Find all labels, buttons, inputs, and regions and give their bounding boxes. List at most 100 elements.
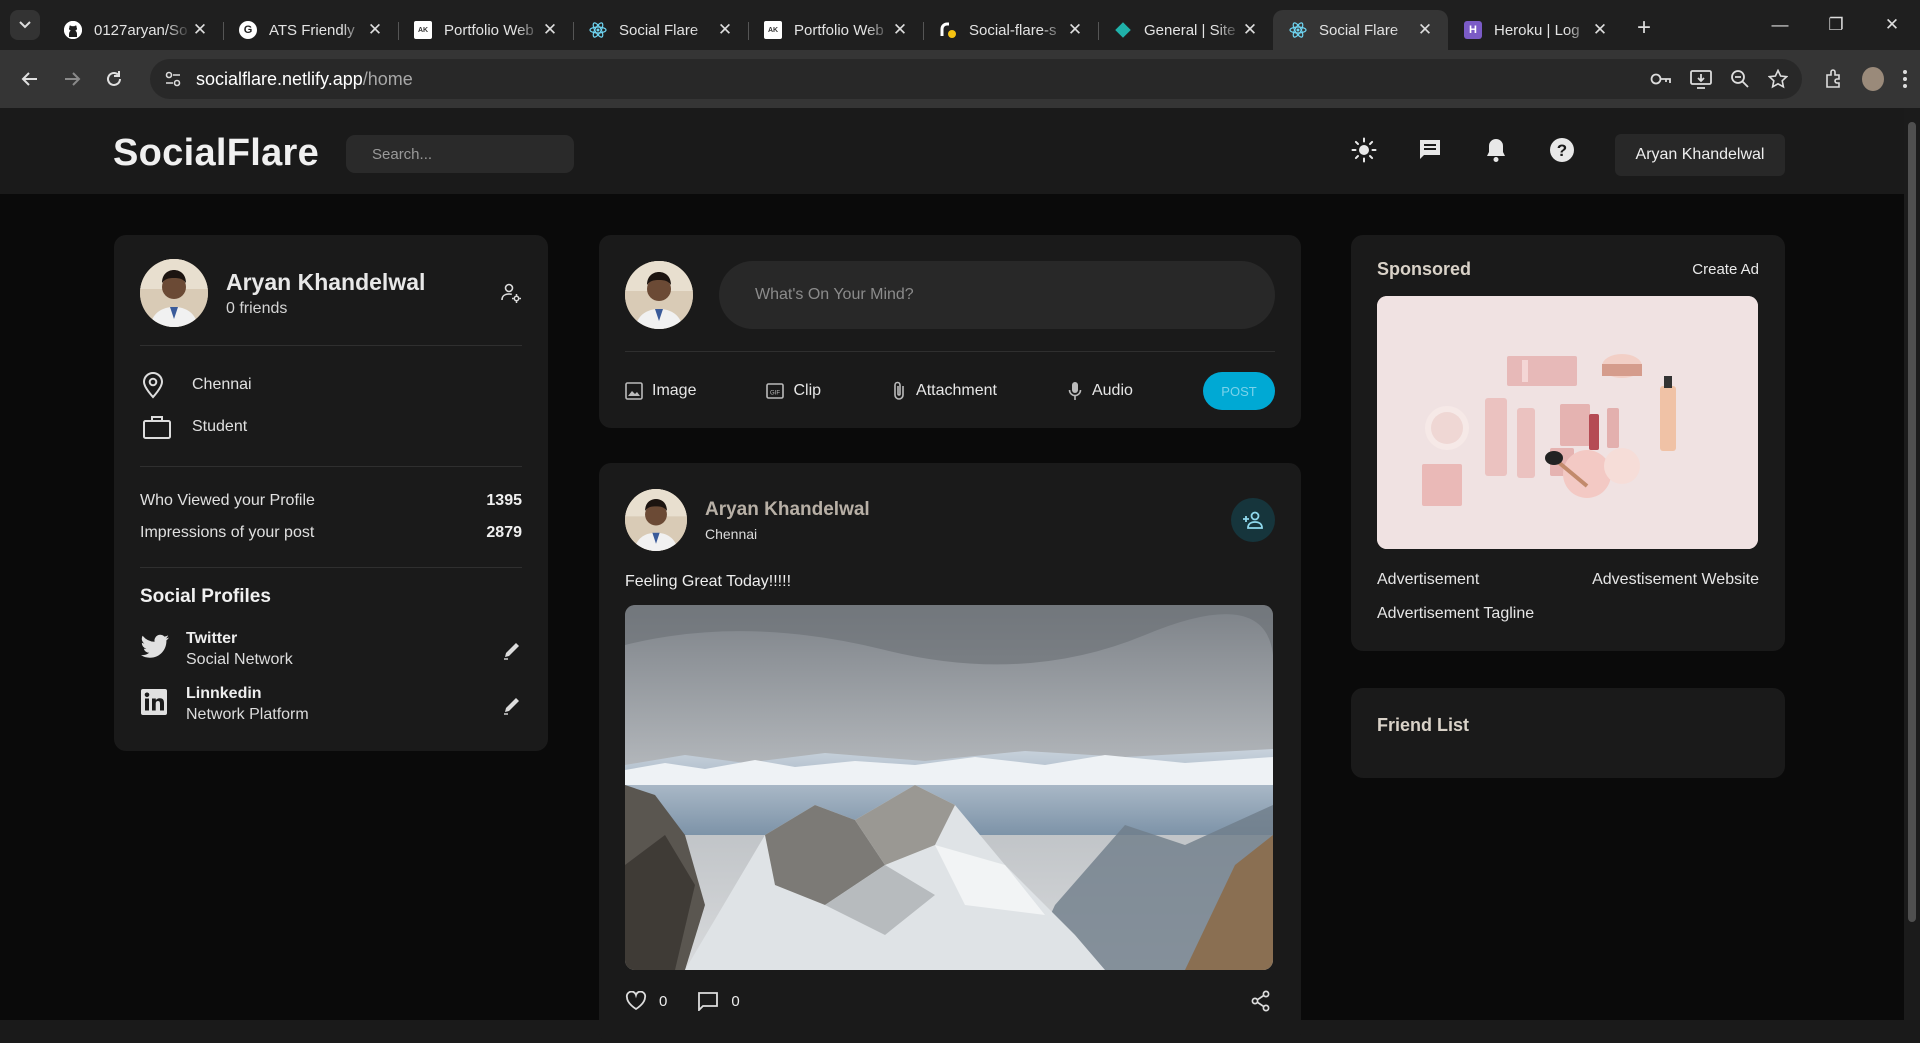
app-viewport: SocialFlare ? Aryan Khandelwal Aryan (0, 108, 1920, 1043)
twitter-icon (141, 634, 169, 658)
browser-tab[interactable]: H Heroku | Log ✕ (1448, 10, 1623, 50)
close-icon[interactable]: ✕ (366, 20, 384, 40)
social-name[interactable]: Twitter (186, 630, 293, 648)
menu-kebab-icon[interactable] (1902, 69, 1908, 89)
browser-tab[interactable]: G ATS Friendly ✕ (223, 10, 398, 50)
tab-title: General | Site (1144, 21, 1236, 39)
password-key-icon[interactable] (1650, 72, 1672, 86)
sponsored-title: Sponsored (1377, 259, 1472, 279)
browser-tab-active[interactable]: Social Flare ✕ (1273, 10, 1448, 50)
new-tab-button[interactable]: + (1627, 11, 1661, 45)
edit-pencil-icon[interactable] (502, 640, 522, 660)
stat-row: Impressions of your post 2879 (140, 517, 522, 549)
arrow-left-icon (21, 72, 37, 86)
browser-toolbar: socialflare.netlify.app/home (0, 50, 1920, 108)
browser-tab[interactable]: AK Portfolio Web ✕ (748, 10, 923, 50)
profile-avatar[interactable] (1862, 67, 1884, 91)
share-icon[interactable] (1251, 990, 1271, 1012)
extensions-icon[interactable] (1824, 69, 1844, 89)
user-select-dropdown[interactable]: Aryan Khandelwal (1615, 134, 1785, 176)
forward-button[interactable] (54, 61, 90, 97)
ad-name: Advertisement (1377, 571, 1480, 588)
add-clip-button[interactable]: GIF Clip (766, 382, 821, 400)
close-icon[interactable]: ✕ (541, 20, 559, 40)
ad-tagline: Advertisement Tagline (1377, 605, 1535, 622)
minimize-icon[interactable]: — (1752, 0, 1808, 50)
add-audio-button[interactable]: Audio (1067, 380, 1133, 402)
address-bar[interactable]: socialflare.netlify.app/home (150, 59, 1802, 99)
tab-title: Social Flare (1319, 21, 1399, 39)
page-scrollbar[interactable] (1904, 108, 1920, 1020)
close-icon[interactable]: ✕ (1241, 20, 1259, 40)
tab-title: Portfolio Web (794, 21, 884, 39)
post-image[interactable] (625, 605, 1273, 970)
post-author-name[interactable]: Aryan Khandelwal (705, 499, 870, 521)
app-logo[interactable]: SocialFlare (113, 132, 319, 175)
action-label: Audio (1091, 382, 1133, 399)
browser-tab[interactable]: 0127aryan/So ✕ (48, 10, 223, 50)
friend-list-card: Friend List (1351, 688, 1785, 778)
restore-icon[interactable]: ❐ (1808, 0, 1864, 50)
add-friend-button[interactable] (1231, 498, 1275, 542)
back-button[interactable] (12, 61, 48, 97)
ad-image[interactable] (1377, 296, 1758, 549)
manage-account-icon[interactable] (500, 282, 522, 304)
theme-toggle-sun-icon[interactable] (1350, 136, 1378, 164)
site-settings-icon[interactable] (164, 70, 182, 88)
profile-name[interactable]: Aryan Khandelwal (226, 269, 425, 296)
microphone-icon (1068, 382, 1082, 400)
whats-on-your-mind-input[interactable] (719, 261, 1275, 329)
tab-title: Portfolio Web (444, 21, 534, 39)
heroku-icon: H (1464, 21, 1482, 39)
browser-tab[interactable]: Social Flare ✕ (573, 10, 748, 50)
feed-post: Aryan Khandelwal Chennai Feeling Great T… (599, 463, 1301, 1043)
netlify-icon (1114, 21, 1132, 39)
avatar[interactable] (625, 261, 693, 329)
github-icon (64, 21, 82, 39)
add-attachment-button[interactable]: Attachment (891, 380, 997, 402)
close-icon[interactable]: ✕ (1591, 20, 1609, 40)
svg-text:GIF: GIF (770, 391, 780, 397)
close-icon[interactable]: ✕ (891, 20, 909, 40)
location-text: Chennai (192, 376, 252, 393)
social-name[interactable]: Linnkedin (186, 685, 309, 703)
avatar[interactable] (140, 259, 208, 327)
install-app-icon[interactable] (1690, 69, 1712, 89)
post-button[interactable]: POST (1203, 372, 1275, 410)
close-icon[interactable]: ✕ (1416, 20, 1434, 40)
search-input[interactable] (346, 135, 574, 173)
reload-button[interactable] (96, 61, 132, 97)
create-ad-link[interactable]: Create Ad (1692, 261, 1759, 278)
notifications-bell-icon[interactable] (1482, 136, 1510, 164)
help-icon[interactable]: ? (1548, 136, 1576, 164)
scrollbar-thumb[interactable] (1908, 122, 1916, 922)
ad-website[interactable]: Advestisement Website (1592, 571, 1759, 589)
url-text: socialflare.netlify.app/home (196, 68, 413, 89)
react-icon (1289, 21, 1307, 39)
avatar[interactable] (625, 489, 687, 551)
social-desc: Social Network (186, 651, 293, 668)
edit-pencil-icon[interactable] (502, 695, 522, 715)
occupation-text: Student (192, 418, 248, 435)
tab-search-button[interactable] (10, 10, 40, 40)
messages-icon[interactable] (1416, 136, 1444, 164)
portfolio-icon: AK (764, 21, 782, 39)
bookmark-star-icon[interactable] (1768, 69, 1788, 89)
close-icon[interactable]: ✕ (716, 20, 734, 40)
comment-button[interactable]: 0 (697, 991, 740, 1011)
friend-list-title: Friend List (1377, 715, 1470, 735)
paperclip-icon (894, 381, 904, 400)
tab-title: Heroku | Log (1494, 21, 1580, 39)
like-button[interactable]: 0 (625, 991, 667, 1011)
tab-title: ATS Friendly (269, 21, 355, 39)
browser-tab[interactable]: Social-flare-s ✕ (923, 10, 1098, 50)
like-count: 0 (659, 992, 668, 1010)
zoom-out-icon[interactable] (1730, 69, 1750, 89)
add-image-button[interactable]: Image (625, 382, 696, 400)
browser-tab[interactable]: General | Site ✕ (1098, 10, 1273, 50)
close-icon[interactable]: ✕ (191, 20, 209, 40)
close-window-icon[interactable]: ✕ (1864, 0, 1920, 50)
browser-tab[interactable]: AK Portfolio Web ✕ (398, 10, 573, 50)
briefcase-icon (143, 416, 171, 439)
close-icon[interactable]: ✕ (1066, 20, 1084, 40)
